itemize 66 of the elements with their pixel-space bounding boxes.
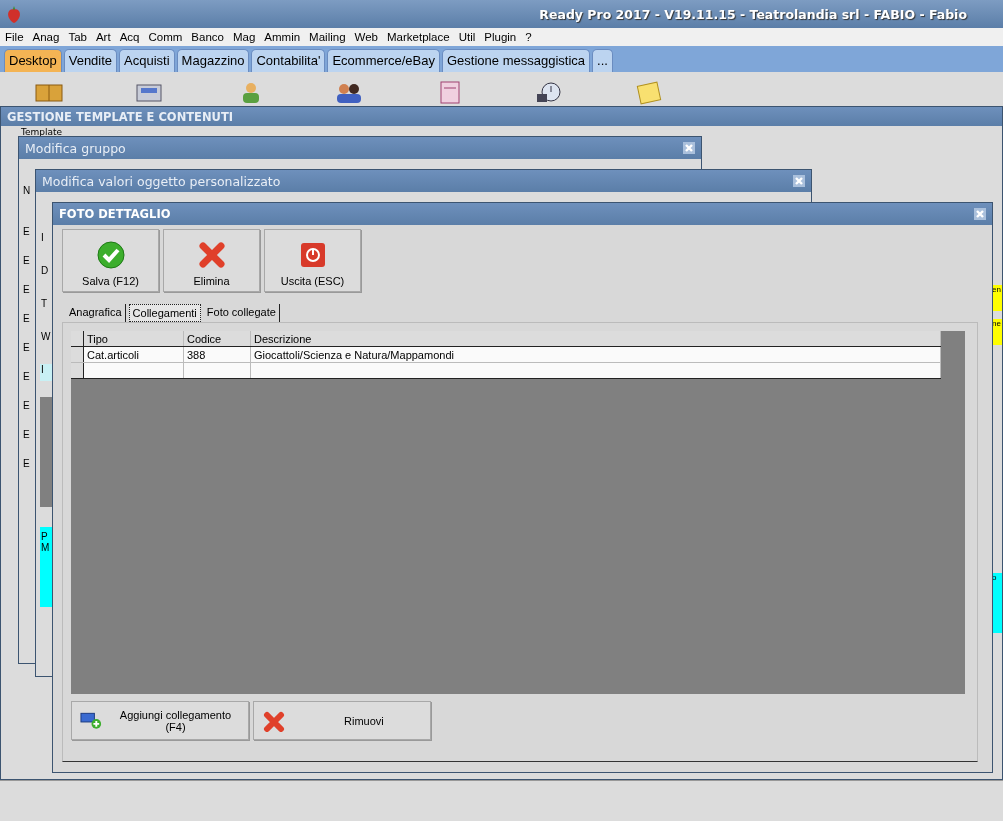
table-cell-text: E (23, 371, 31, 382)
tab[interactable]: Foto collegate (203, 304, 280, 322)
tab[interactable]: Gestione messaggistica (442, 49, 590, 72)
tab[interactable]: Magazzino (176, 49, 250, 72)
column-header: Descrizione (250, 331, 941, 347)
column-header: Tipo (83, 331, 184, 347)
save-button[interactable]: Salva (F12) (62, 229, 159, 292)
check-icon (96, 241, 125, 269)
window-title: Ready Pro 2017 - V19.11.15 - Teatrolandia srl - FABIO - Fabio (539, 6, 968, 22)
tab[interactable]: Collegamenti (128, 304, 201, 322)
field-label: Template (21, 127, 64, 137)
table-cell-text: E (23, 284, 31, 295)
window-title: FOTO DETTAGLIO (59, 207, 171, 221)
table-cell-text: E (23, 429, 31, 440)
table-cell: 388 (183, 346, 251, 363)
field-label: N (23, 185, 31, 196)
menu-item[interactable]: Ammin (264, 31, 301, 43)
menu-item[interactable]: Anag (32, 31, 60, 43)
close-icon[interactable] (683, 142, 695, 154)
tab[interactable]: Desktop (4, 49, 62, 72)
tab[interactable]: Contabilita' (251, 49, 326, 72)
add-button[interactable]: Aggiungi collegamento (F4) (71, 701, 249, 740)
table-cell-text: E (23, 226, 31, 237)
remove-button[interactable]: Rimuovi (253, 701, 431, 740)
table-cell-text: E (23, 342, 31, 353)
menu-item[interactable]: Comm (148, 31, 183, 43)
menu-item[interactable]: Marketplace (387, 31, 450, 43)
exit-button[interactable]: Uscita (ESC) (264, 229, 361, 292)
menu-item[interactable]: Web (354, 31, 378, 43)
table-cell-text: E (23, 400, 31, 411)
window-title: Modifica gruppo (25, 140, 126, 156)
table-cell-text: E (23, 458, 31, 469)
close-icon[interactable] (974, 208, 986, 220)
tab[interactable]: Acquisti (119, 49, 175, 72)
window-title: GESTIONE TEMPLATE E CONTENUTI (1, 107, 1002, 126)
menu-item[interactable]: File (5, 31, 24, 43)
menu-item[interactable]: Mag (232, 31, 256, 43)
window-title: Modifica valori oggetto personalizzato (42, 173, 281, 189)
cross-icon (262, 709, 286, 732)
tab[interactable]: Ecommerce/eBay (327, 49, 440, 72)
menu-item[interactable]: ? (525, 31, 532, 43)
menu-item[interactable]: Tab (68, 31, 87, 43)
menu-item[interactable]: Mailing (309, 31, 346, 43)
menu-item[interactable]: Art (95, 31, 111, 43)
note-text: P (41, 531, 49, 542)
note-text: M (41, 542, 51, 553)
tab[interactable]: ... (592, 49, 613, 72)
power-icon (298, 241, 327, 269)
row-header (71, 331, 84, 347)
table-cell: Cat.articoli (83, 346, 184, 363)
table-cell: Giocattoli/Scienza e Natura/Mappamondi (250, 346, 941, 363)
menu-item[interactable]: Plugin (484, 31, 517, 43)
table-cell-text: E (23, 255, 31, 266)
delete-button[interactable]: Elimina (163, 229, 260, 292)
cross-icon (197, 241, 226, 269)
tab[interactable]: Vendite (63, 49, 118, 72)
strawberry-icon (6, 5, 22, 23)
table-cell (183, 362, 251, 379)
menu-item[interactable]: Util (458, 31, 476, 43)
menu-item[interactable]: Banco (191, 31, 224, 43)
column-header: Codice (183, 331, 251, 347)
table-cell-text: E (23, 313, 31, 324)
menu-item[interactable]: Acq (119, 31, 140, 43)
tab[interactable]: Anagrafica (66, 304, 126, 322)
close-icon[interactable] (793, 175, 805, 187)
table-cell: I (40, 364, 52, 381)
